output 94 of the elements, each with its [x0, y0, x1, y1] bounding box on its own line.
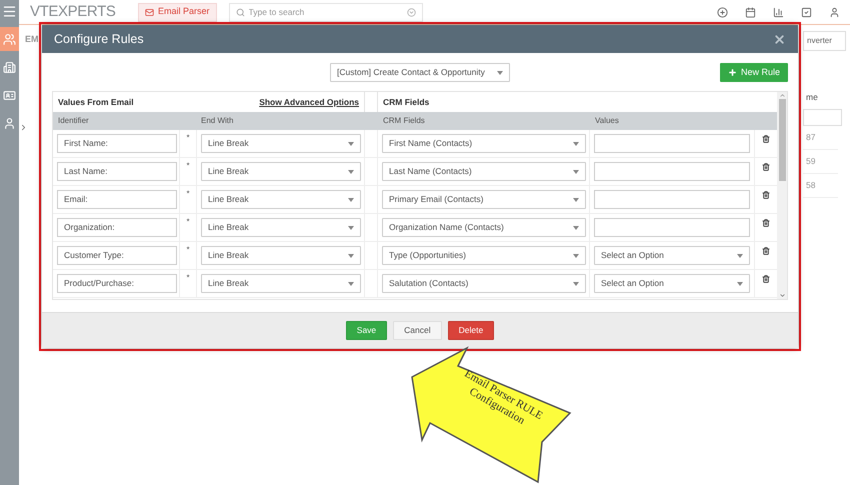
dialog-title: Configure Rules [54, 30, 144, 48]
scrollbar-thumb[interactable] [778, 99, 786, 181]
column-header: me [805, 91, 819, 104]
add-icon[interactable] [717, 6, 728, 18]
delete-button[interactable]: Delete [448, 321, 494, 340]
dropdown[interactable]: Line Break [201, 162, 361, 181]
search-field[interactable]: Type to search [228, 2, 423, 22]
dropdown[interactable]: [Custom] Create Contact & Opportunity [330, 63, 510, 82]
scroll-up-icon[interactable] [778, 92, 786, 99]
dropdown-icon[interactable] [406, 8, 416, 16]
checkbox-icon[interactable] [801, 6, 812, 18]
bar-chart-icon[interactable] [773, 6, 784, 18]
caret-icon [497, 70, 503, 74]
module-tab[interactable]: Email Parser [138, 2, 217, 22]
value-field[interactable] [594, 190, 750, 209]
table-cell: 59 [803, 150, 838, 174]
dropdown[interactable]: Last Name (Contacts) [382, 162, 586, 181]
section-heading: Values From Email [58, 96, 134, 108]
calendar-icon[interactable] [745, 6, 756, 18]
value-field[interactable] [594, 134, 750, 153]
dropdown[interactable]: Line Break [201, 274, 361, 293]
value-field[interactable] [594, 162, 750, 181]
required-mark: * [186, 246, 190, 256]
trash-icon[interactable] [762, 163, 770, 171]
dropdown[interactable]: Primary Email (Contacts) [382, 190, 586, 209]
trash-icon[interactable] [762, 219, 770, 227]
table-cell: 87 [803, 126, 838, 150]
column-header: End With [200, 115, 234, 127]
users-icon [3, 32, 16, 46]
converter-button[interactable]: nverter [803, 31, 846, 51]
caret-icon [348, 254, 354, 258]
required-mark: * [186, 162, 190, 172]
id-card-icon [3, 88, 16, 102]
logo: VTEXPERTS [30, 2, 117, 22]
identifier-field[interactable]: First Name: [57, 134, 177, 153]
caret-icon [573, 282, 579, 286]
caret-icon [573, 142, 579, 146]
identifier-field[interactable]: Last Name: [57, 162, 177, 181]
caret-icon [737, 282, 743, 286]
dropdown[interactable]: Select an Option [594, 246, 750, 265]
caret-icon [573, 198, 579, 202]
search-icon [236, 8, 245, 16]
advanced-options-link[interactable]: Show Advanced Options [259, 96, 359, 108]
column-header: CRM Fields [382, 115, 426, 127]
caret-icon [348, 282, 354, 286]
mail-icon [145, 8, 154, 16]
required-mark: * [186, 274, 190, 284]
sidebar-item[interactable] [0, 27, 19, 51]
value-field[interactable] [594, 218, 750, 237]
building-icon [3, 60, 16, 74]
dropdown[interactable]: First Name (Contacts) [382, 134, 586, 153]
user-icon [3, 116, 16, 130]
caret-icon [573, 226, 579, 230]
required-mark: * [186, 190, 190, 200]
required-mark: * [186, 134, 190, 144]
caret-icon [573, 170, 579, 174]
caret-icon [348, 170, 354, 174]
dropdown[interactable]: Organization Name (Contacts) [382, 218, 586, 237]
identifier-field[interactable]: Customer Type: [57, 246, 177, 265]
table-cell: 58 [803, 174, 838, 198]
dropdown[interactable]: Type (Opportunities) [382, 246, 586, 265]
search-input[interactable]: Type to search [248, 6, 403, 18]
expand-icon[interactable] [19, 122, 28, 132]
dropdown[interactable]: Salutation (Contacts) [382, 274, 586, 293]
cancel-button[interactable]: Cancel [393, 321, 442, 340]
dropdown[interactable]: Line Break [201, 190, 361, 209]
trash-icon[interactable] [762, 247, 770, 255]
filter-field[interactable] [803, 108, 842, 126]
dropdown[interactable]: Line Break [201, 218, 361, 237]
dropdown[interactable]: Line Break [201, 134, 361, 153]
identifier-field[interactable]: Product/Purchase: [57, 274, 177, 293]
caret-icon [737, 254, 743, 258]
close-icon[interactable] [773, 32, 786, 46]
identifier-field[interactable]: Email: [57, 190, 177, 209]
column-header: Values [594, 115, 619, 127]
caret-icon [348, 198, 354, 202]
plus-icon [728, 68, 737, 77]
scroll-down-icon[interactable] [778, 292, 786, 299]
required-mark: * [186, 218, 190, 228]
trash-icon[interactable] [762, 275, 770, 283]
identifier-field[interactable]: Organization: [57, 218, 177, 237]
page-heading: EM [24, 33, 39, 46]
scrollbar[interactable] [777, 92, 787, 299]
column-header: Identifier [57, 115, 90, 127]
caret-icon [573, 254, 579, 258]
trash-icon[interactable] [762, 135, 770, 143]
trash-icon[interactable] [762, 191, 770, 199]
dropdown[interactable]: Select an Option [594, 274, 750, 293]
menu-icon[interactable] [2, 4, 17, 19]
user-icon[interactable] [829, 6, 840, 18]
caret-icon [348, 226, 354, 230]
caret-icon [348, 142, 354, 146]
section-heading: CRM Fields [382, 96, 430, 108]
dropdown[interactable]: Line Break [201, 246, 361, 265]
